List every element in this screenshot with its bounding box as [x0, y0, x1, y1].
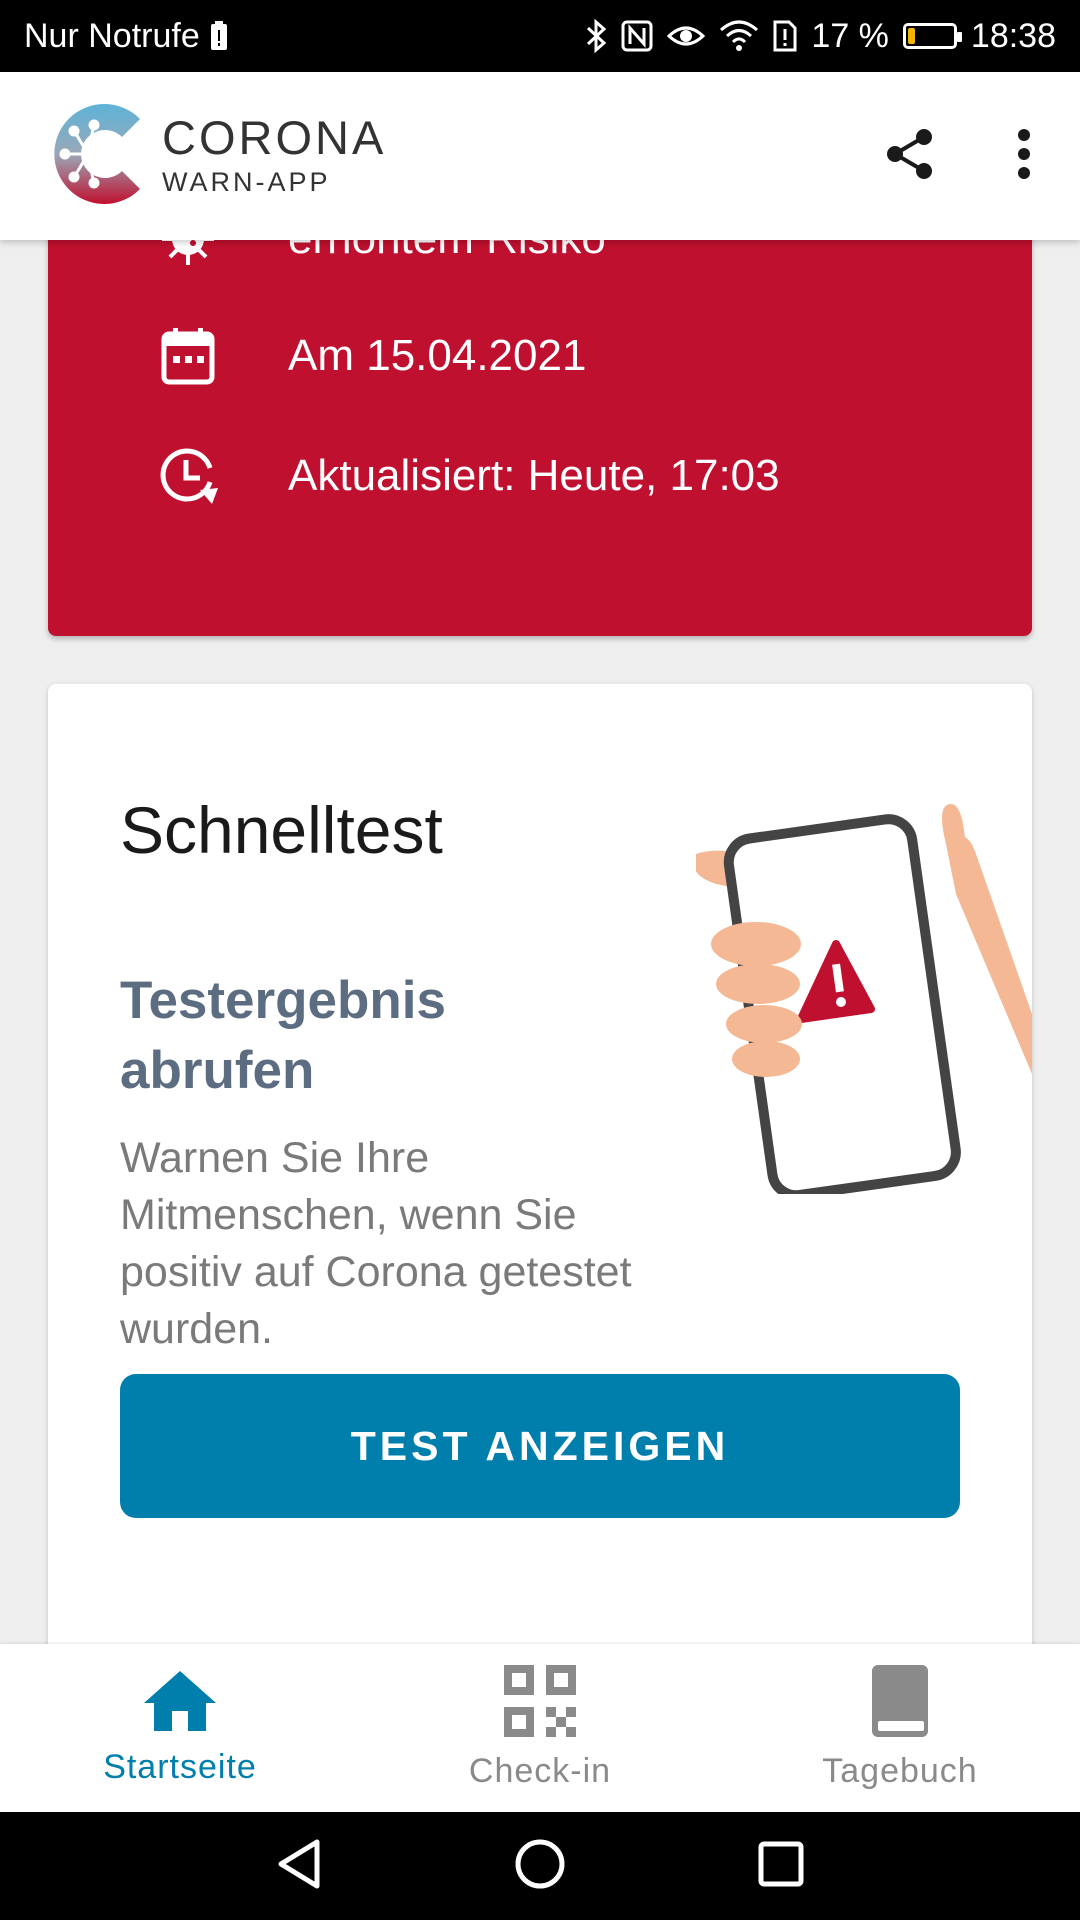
calendar-icon: [148, 316, 228, 396]
nav-label-tagebuch: Tagebuch: [822, 1752, 978, 1790]
nav-item-startseite[interactable]: Startseite: [0, 1644, 360, 1812]
test-card-title: Schnelltest: [120, 793, 443, 867]
battery-percent: 17 %: [811, 16, 889, 55]
wifi-icon: [719, 20, 759, 52]
phone-warning-illustration: [696, 784, 1032, 1194]
home-content[interactable]: erhöhtem Risiko Am 15.04.2021 Aktualisie…: [0, 240, 1080, 1644]
eye-icon: [667, 22, 706, 50]
book-icon: [870, 1665, 930, 1742]
risk-row-date: Am 15.04.2021: [48, 316, 1032, 396]
app-bar: CORONA WARN-APP: [0, 72, 1080, 240]
show-test-button[interactable]: TEST ANZEIGEN: [120, 1374, 960, 1518]
home-icon: [142, 1669, 218, 1738]
corona-logo-icon: [48, 99, 148, 214]
battery-alert-icon: [210, 21, 228, 51]
carrier-text: Nur Notrufe: [24, 16, 200, 55]
nav-label-startseite: Startseite: [103, 1748, 257, 1786]
nfc-icon: [621, 20, 653, 52]
test-card-subtitle: Testergebnis abrufen: [120, 971, 446, 1100]
battery-icon: [902, 23, 962, 49]
home-circle-icon[interactable]: [514, 1838, 566, 1895]
bottom-navigation: Startseite Check-in Tagebuch: [0, 1644, 1080, 1812]
more-vert-icon[interactable]: [1016, 128, 1032, 185]
status-bar: Nur Notrufe 17 % 18:38: [0, 0, 1080, 72]
system-navigation-bar: [0, 1812, 1080, 1920]
share-icon[interactable]: [886, 128, 934, 185]
nav-label-check-in: Check-in: [468, 1752, 612, 1790]
test-card-description: Warnen Sie Ihre Mitmenschen, wenn Sie po…: [120, 1134, 632, 1353]
logo-title: CORONA: [162, 111, 387, 164]
qr-code-icon: [504, 1665, 576, 1742]
recents-icon[interactable]: [757, 1840, 805, 1893]
rapid-test-card[interactable]: Schnelltest Testergebnis abrufen Warnen …: [48, 684, 1032, 1644]
back-icon[interactable]: [275, 1838, 323, 1895]
risk-updated-text: Aktualisiert: Heute, 17:03: [288, 451, 780, 500]
clock-refresh-icon: [148, 436, 228, 516]
clock: 18:38: [970, 16, 1056, 55]
logo-subtitle: WARN-APP: [162, 167, 331, 197]
nav-item-tagebuch[interactable]: Tagebuch: [720, 1644, 1080, 1812]
bluetooth-icon: [585, 19, 607, 53]
risk-row-updated: Aktualisiert: Heute, 17:03: [48, 436, 1032, 516]
virus-icon: [148, 240, 228, 279]
risk-row-level: erhöhtem Risiko: [48, 240, 1032, 279]
risk-level-text: erhöhtem Risiko: [288, 240, 606, 264]
sim-alert-icon: [773, 20, 797, 52]
risk-card[interactable]: erhöhtem Risiko Am 15.04.2021 Aktualisie…: [48, 240, 1032, 636]
nav-item-check-in[interactable]: Check-in: [360, 1644, 720, 1812]
app-logo: CORONA WARN-APP: [48, 99, 386, 214]
risk-date-text: Am 15.04.2021: [288, 331, 587, 380]
battery-level: [907, 28, 915, 44]
